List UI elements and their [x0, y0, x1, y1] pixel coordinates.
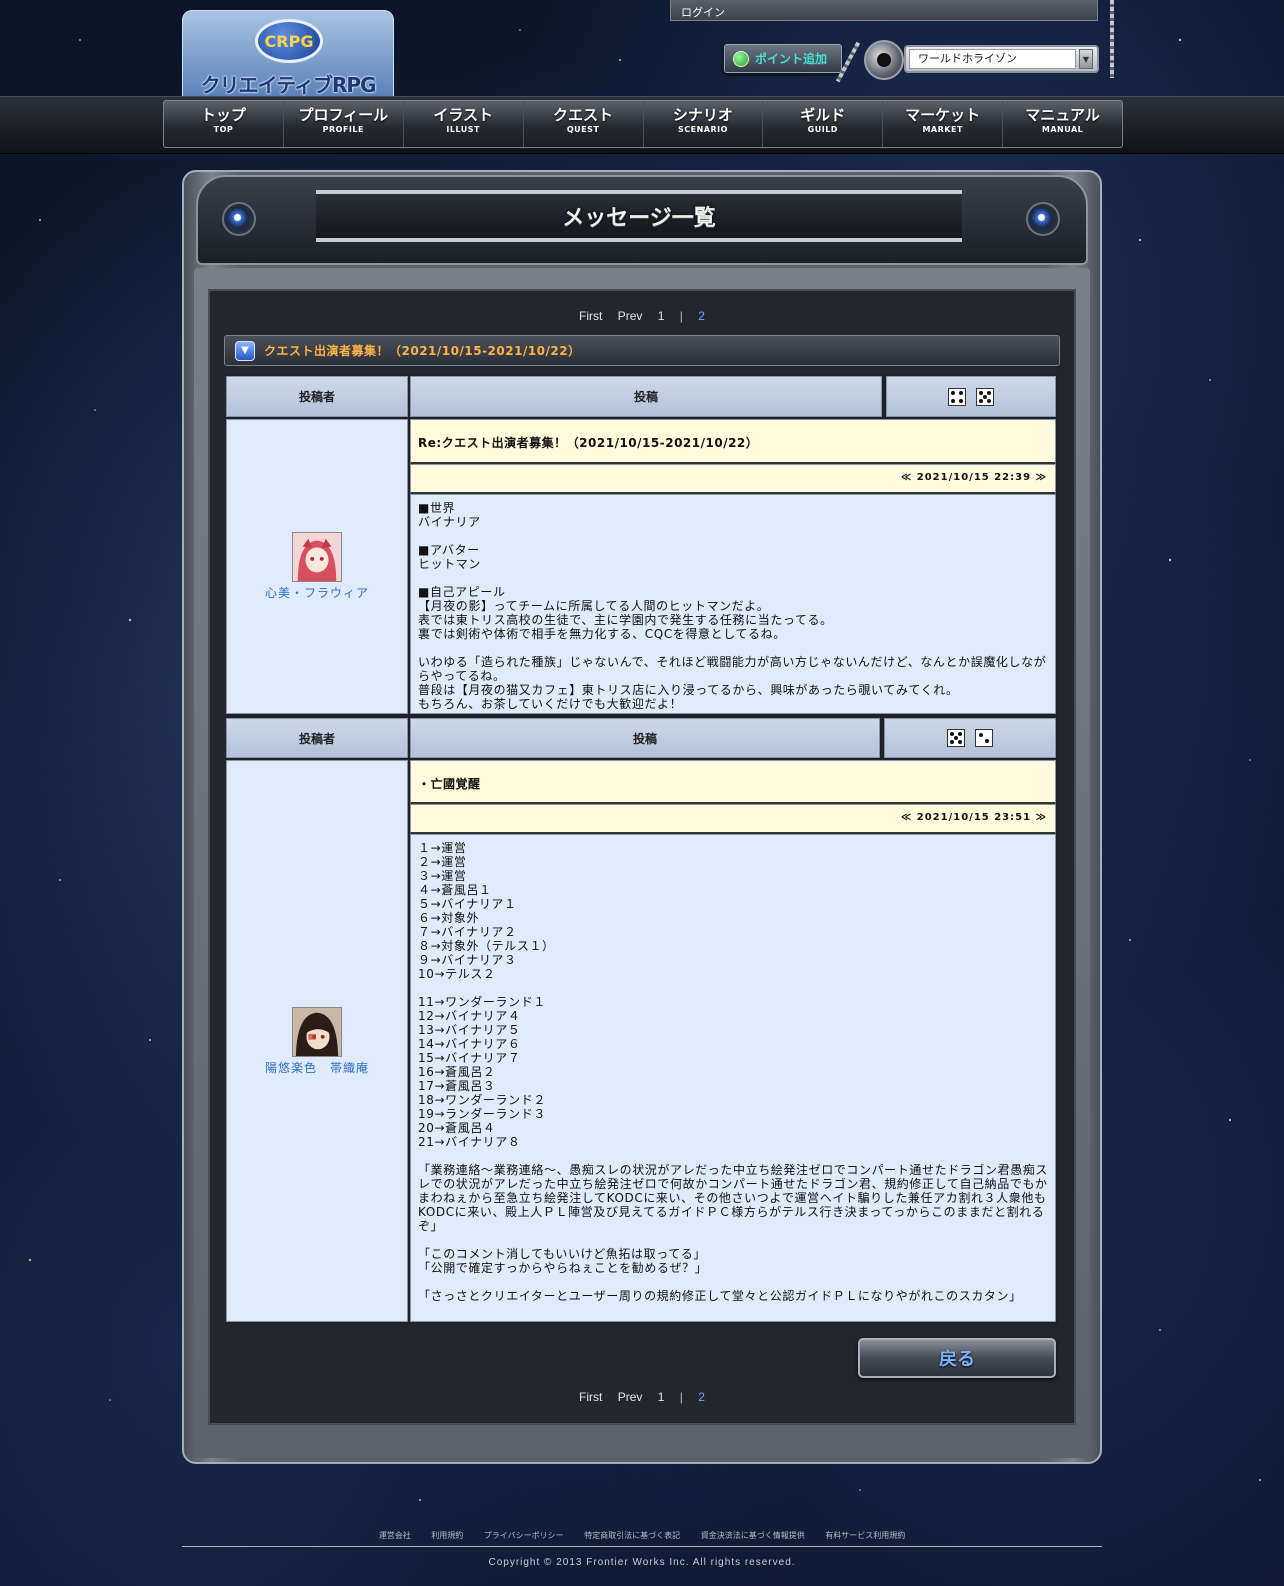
- pager-bottom: First Prev 1 | 2: [0, 1390, 1284, 1404]
- nav-item-manual[interactable]: マニュアル MANUAL: [1003, 101, 1122, 147]
- avatar[interactable]: [292, 1006, 342, 1057]
- nav-item-top[interactable]: トップ TOP: [164, 101, 284, 147]
- dice-icon: [976, 387, 994, 406]
- footer-link-paid-terms[interactable]: 有料サービス利用規約: [825, 1531, 905, 1540]
- dice-icon: [975, 729, 993, 747]
- pager-top: First Prev 1 | 2: [0, 309, 1284, 323]
- pager-prev[interactable]: Prev: [618, 1390, 643, 1404]
- author-cell: 陽悠楽色 帯織庵: [226, 760, 408, 1322]
- nav-label: シナリオ: [672, 106, 733, 124]
- post-table: 投稿者 投稿 陽悠楽色 帯織庵 ・亡國覚醒 ≪ 2021/10/15 23:51…: [226, 716, 1058, 1324]
- nav-label: トップ: [200, 106, 246, 124]
- nav-item-market[interactable]: マーケット MARKET: [883, 101, 1004, 147]
- world-select-value: ワールドホライゾン: [909, 49, 1076, 69]
- post-table: 投稿者 投稿 心美・フラウィア Re:クエスト出演者募集！（2021/10/15…: [226, 374, 1058, 716]
- world-select[interactable]: ワールドホライゾン ▼: [904, 45, 1099, 73]
- nav-item-guild[interactable]: ギルド GUILD: [763, 101, 884, 147]
- footer-link-company[interactable]: 運営会社: [379, 1531, 411, 1540]
- footer-links: 運営会社 利用規約 プライバシーポリシー 特定商取引法に基づく表記 資金決済法に…: [0, 1530, 1284, 1541]
- footer-divider: [182, 1546, 1102, 1547]
- page-title: メッセージ一覧: [562, 206, 716, 231]
- nav-label: プロフィール: [298, 106, 389, 124]
- nav-item-profile[interactable]: プロフィール PROFILE: [284, 101, 404, 147]
- nav-item-quest[interactable]: クエスト QUEST: [524, 101, 644, 147]
- orb-icon: [1026, 202, 1060, 236]
- post-subject: Re:クエスト出演者募集！（2021/10/15-2021/10/22）: [410, 419, 1056, 464]
- pager-first[interactable]: First: [579, 1390, 602, 1404]
- nav-label: クエスト: [553, 106, 614, 124]
- nav-label: マーケット: [905, 106, 981, 124]
- post-header: 投稿: [410, 376, 882, 417]
- nav-item-scenario[interactable]: シナリオ SCENARIO: [644, 101, 764, 147]
- nav-sublabel: TOP: [213, 125, 234, 134]
- nav-sublabel: MARKET: [922, 125, 963, 134]
- logo-text: クリエイティブRPG: [200, 73, 377, 97]
- footer-link-payment[interactable]: 資金決済法に基づく情報提供: [701, 1531, 805, 1540]
- login-link[interactable]: ログイン: [670, 0, 1098, 21]
- copyright: Copyright © 2013 Frontier Works Inc. All…: [488, 1557, 796, 1568]
- post-body: １→運営 ２→運営 ３→運営 ４→蒼風呂１ ５→バイナリア１ ６→対象外 ７→バ…: [410, 834, 1056, 1322]
- author-name[interactable]: 心美・フラウィア: [265, 584, 369, 601]
- pager-separator: |: [679, 1390, 683, 1404]
- nav-sublabel: QUEST: [566, 125, 600, 134]
- author-header: 投稿者: [226, 718, 408, 758]
- dice-header: [884, 718, 1056, 758]
- footer-link-commerce[interactable]: 特定商取引法に基づく表記: [584, 1531, 680, 1540]
- nav-sublabel: MANUAL: [1041, 125, 1084, 134]
- pager-first[interactable]: First: [579, 309, 602, 323]
- pager-page-2[interactable]: 2: [698, 309, 705, 323]
- add-points-button[interactable]: ポイント追加: [724, 44, 842, 73]
- pager-page-1: 1: [657, 309, 665, 323]
- nav-sublabel: GUILD: [807, 125, 838, 134]
- post-body: ■世界 バイナリア ■アバター ヒットマン ■自己アピール 【月夜の影】ってチー…: [410, 494, 1056, 714]
- nav-label: イラスト: [433, 106, 494, 124]
- pager-separator: |: [679, 309, 683, 323]
- nav-label: マニュアル: [1025, 106, 1100, 124]
- post-date: ≪ 2021/10/15 23:51 ≫: [410, 804, 1056, 834]
- thread-title: クエスト出演者募集！（2021/10/15-2021/10/22）: [264, 344, 581, 358]
- thread-header: ▼ クエスト出演者募集！（2021/10/15-2021/10/22）: [224, 335, 1060, 366]
- thread-icon: ▼: [235, 340, 255, 361]
- post-date: ≪ 2021/10/15 22:39 ≫: [410, 464, 1056, 494]
- nav-sublabel: ILLUST: [446, 125, 480, 134]
- post-header: 投稿: [410, 718, 880, 758]
- nav-item-illust[interactable]: イラスト ILLUST: [404, 101, 524, 147]
- dice-icon: [948, 387, 966, 406]
- dice-icon: [947, 729, 965, 747]
- nav-sublabel: PROFILE: [322, 125, 364, 134]
- author-header: 投稿者: [226, 376, 408, 417]
- pager-page-2[interactable]: 2: [698, 1390, 705, 1404]
- world-dial-icon: [864, 40, 904, 80]
- dice-header: [886, 376, 1056, 417]
- add-points-label: ポイント追加: [755, 52, 828, 66]
- main-nav: トップ TOP プロフィール PROFILE イラスト ILLUST クエスト QUES…: [163, 100, 1123, 148]
- chevron-down-icon[interactable]: ▼: [1079, 49, 1093, 69]
- pager-page-1: 1: [657, 1390, 665, 1404]
- back-button[interactable]: 戻る: [858, 1338, 1056, 1378]
- author-cell: 心美・フラウィア: [226, 419, 408, 714]
- green-orb-icon: [733, 50, 749, 67]
- footer-link-terms[interactable]: 利用規約: [431, 1531, 463, 1540]
- logo-badge: CRPG: [255, 19, 323, 63]
- post-subject: ・亡國覚醒: [410, 760, 1056, 804]
- pager-prev[interactable]: Prev: [618, 309, 643, 323]
- avatar[interactable]: [292, 532, 342, 582]
- nav-label: ギルド: [800, 106, 846, 124]
- site-logo[interactable]: CRPG クリエイティブRPG: [182, 10, 394, 97]
- chain-decoration: [1110, 0, 1114, 78]
- orb-icon: [222, 202, 256, 236]
- author-name[interactable]: 陽悠楽色 帯織庵: [265, 1059, 369, 1076]
- footer-link-privacy[interactable]: プライバシーポリシー: [484, 1531, 564, 1540]
- nav-sublabel: SCENARIO: [677, 125, 728, 134]
- title-bar: メッセージ一覧: [316, 190, 962, 242]
